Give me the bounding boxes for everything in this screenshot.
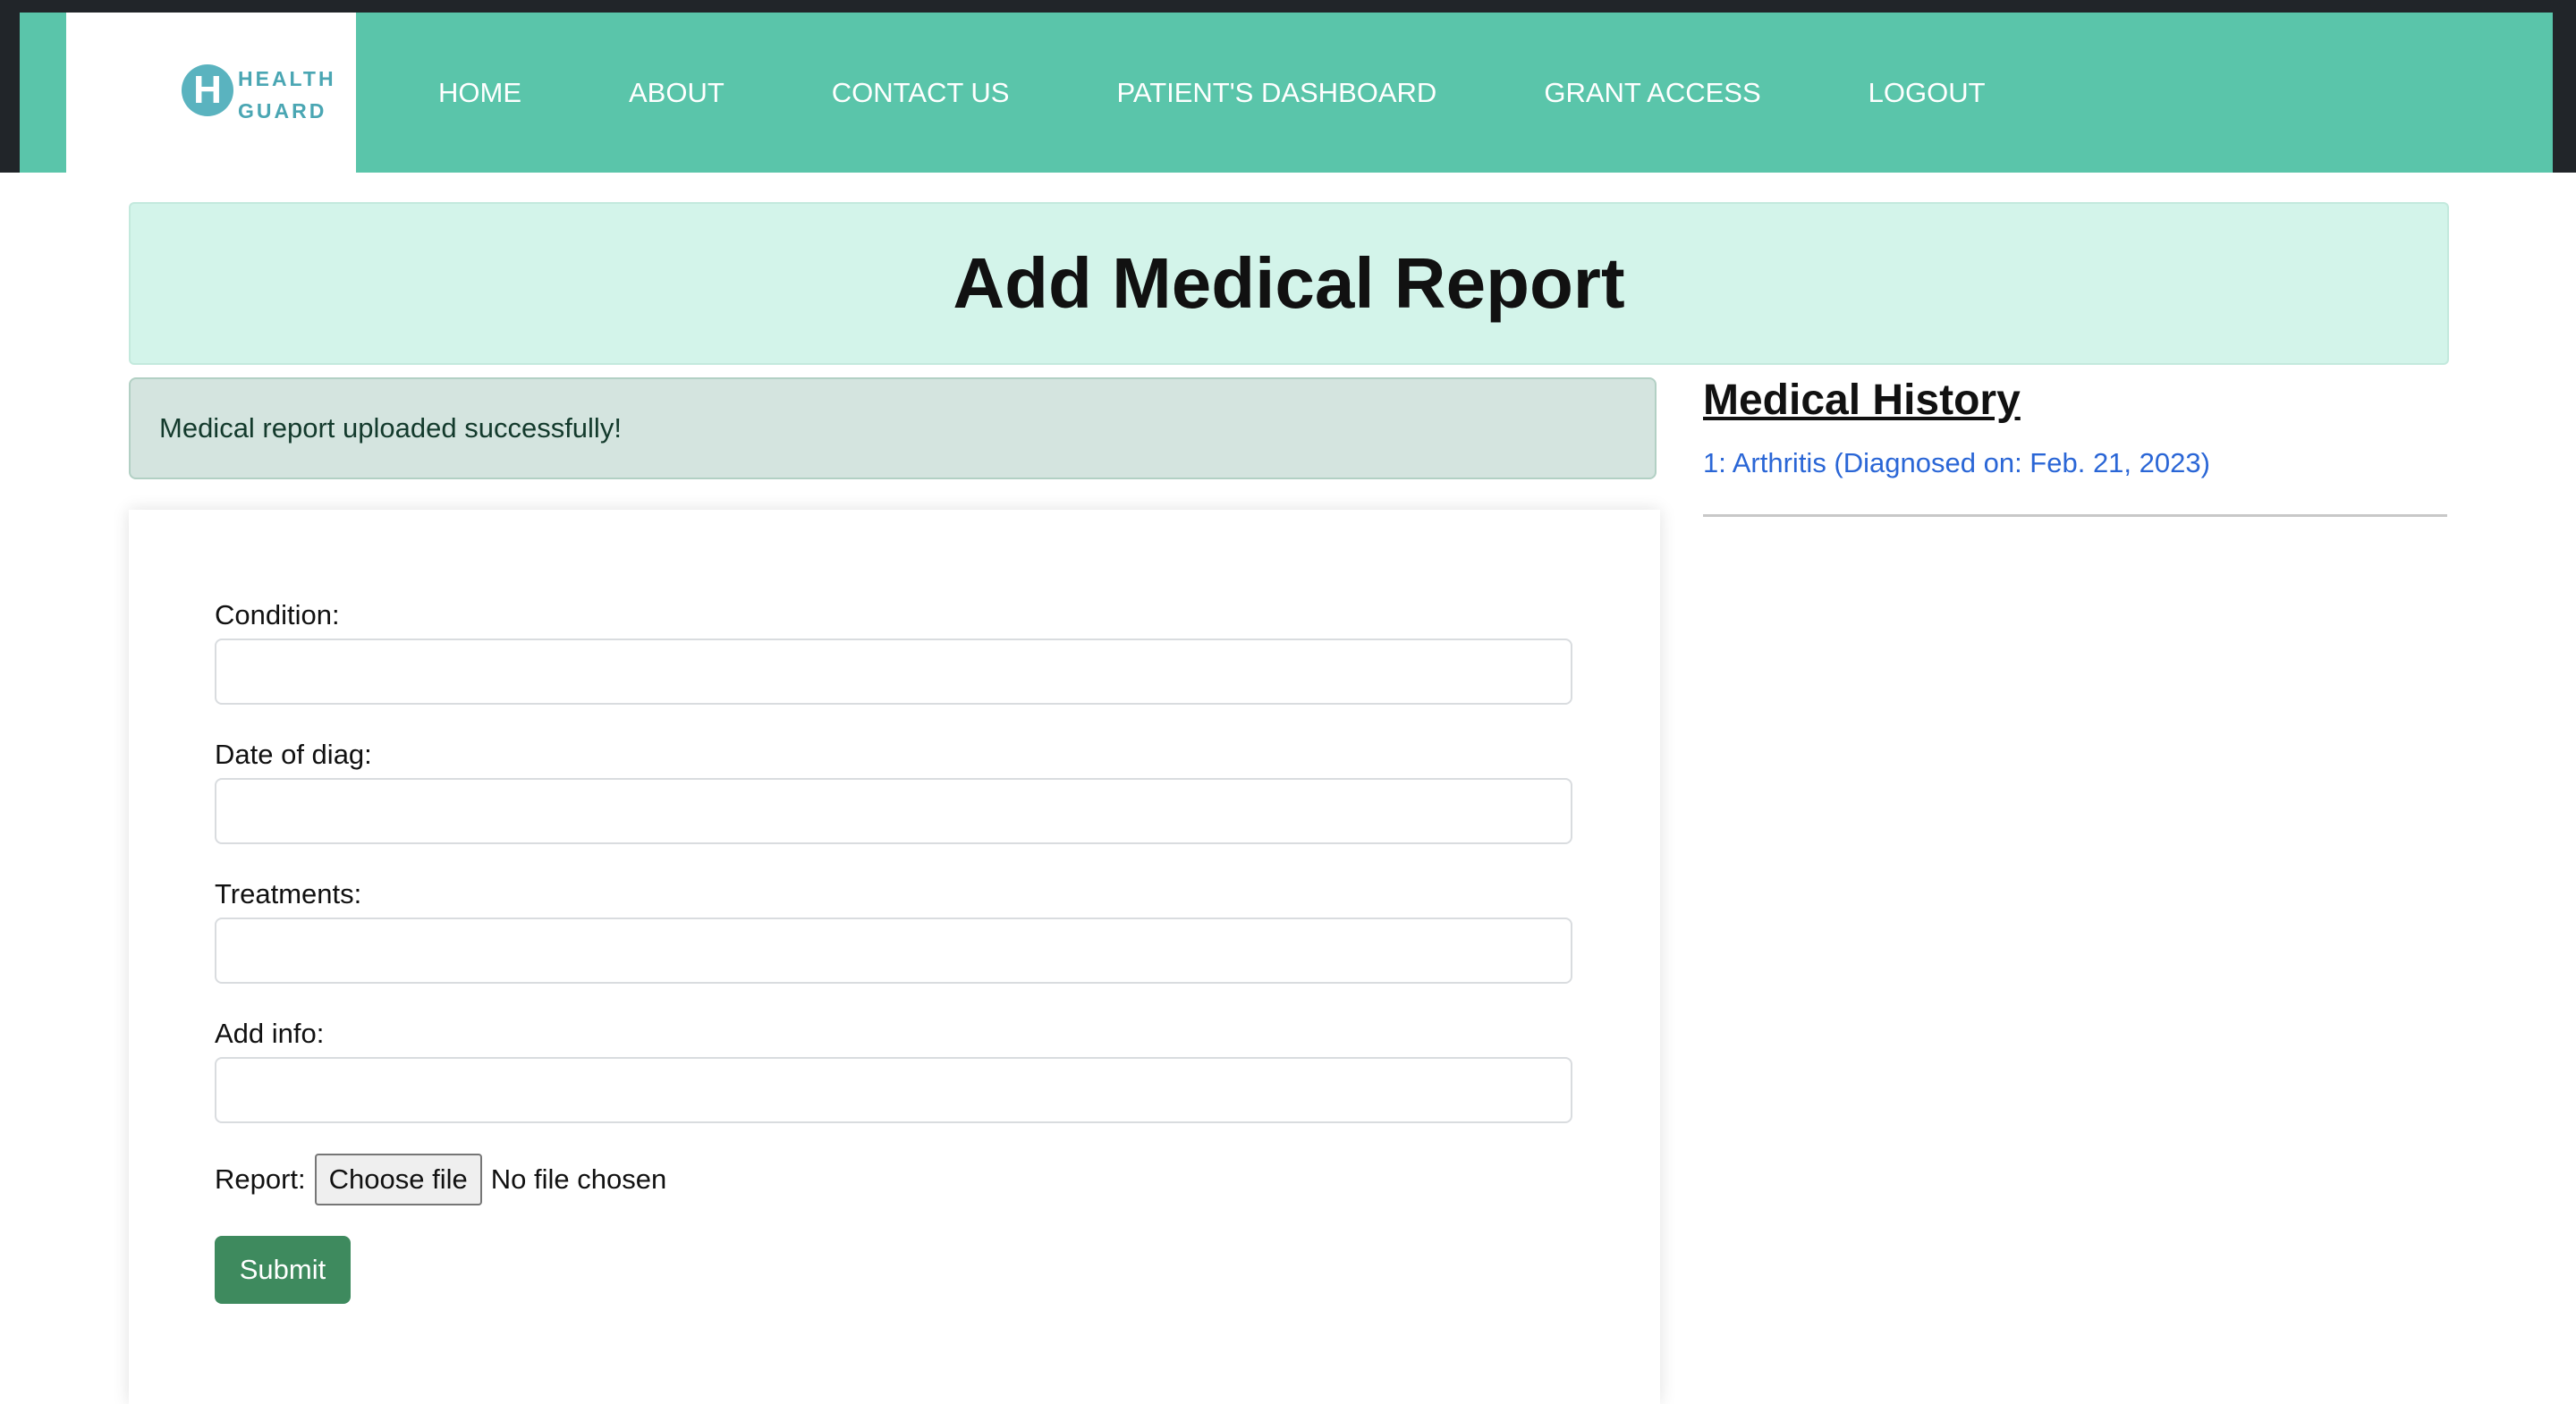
medical-history-title: Medical History bbox=[1703, 376, 2021, 424]
submit-button[interactable]: Submit bbox=[215, 1236, 351, 1304]
report-label: Report: bbox=[215, 1163, 306, 1195]
date-label: Date of diag: bbox=[215, 739, 372, 770]
alert-message: Medical report uploaded successfully! bbox=[159, 412, 622, 444]
medical-report-form: Condition: Date of diag: Treatments: Add… bbox=[129, 510, 1660, 1404]
page-header-panel: Add Medical Report bbox=[129, 202, 2449, 365]
condition-input[interactable] bbox=[215, 639, 1572, 705]
history-item-link[interactable]: 1: Arthritis (Diagnosed on: Feb. 21, 202… bbox=[1703, 447, 2210, 479]
brand-line-1: HEALTH bbox=[238, 67, 336, 90]
top-dark-strip bbox=[0, 0, 2576, 13]
logo-mark-icon: H bbox=[182, 64, 233, 116]
report-file-row: Report: Choose file No file chosen bbox=[215, 1154, 666, 1205]
nav-links: HOME ABOUT CONTACT US PATIENT'S DASHBOAR… bbox=[438, 13, 2093, 173]
nav-home[interactable]: HOME bbox=[438, 77, 521, 109]
brand-line-2: GUARD bbox=[238, 99, 327, 123]
nav-grant-access[interactable]: GRANT ACCESS bbox=[1544, 77, 1760, 109]
history-divider bbox=[1703, 514, 2447, 517]
nav-patients-dashboard[interactable]: PATIENT'S DASHBOARD bbox=[1116, 77, 1436, 109]
right-dark-edge bbox=[2553, 0, 2576, 173]
nav-logout[interactable]: LOGOUT bbox=[1868, 77, 1986, 109]
add-info-input[interactable] bbox=[215, 1057, 1572, 1123]
nav-about[interactable]: ABOUT bbox=[629, 77, 724, 109]
treatments-label: Treatments: bbox=[215, 878, 362, 909]
page-title: Add Medical Report bbox=[953, 243, 1625, 323]
add-info-label: Add info: bbox=[215, 1018, 325, 1049]
choose-file-button[interactable]: Choose file bbox=[314, 1154, 482, 1205]
condition-label: Condition: bbox=[215, 599, 340, 630]
file-status-text: No file chosen bbox=[490, 1163, 667, 1195]
nav-contact-us[interactable]: CONTACT US bbox=[832, 77, 1010, 109]
date-input[interactable] bbox=[215, 778, 1572, 844]
brand-logo[interactable]: H HEALTH GUARD bbox=[66, 13, 356, 173]
treatments-input[interactable] bbox=[215, 918, 1572, 984]
left-dark-edge bbox=[0, 0, 20, 173]
success-alert: Medical report uploaded successfully! bbox=[129, 377, 1657, 479]
navbar: H HEALTH GUARD HOME ABOUT CONTACT US PAT… bbox=[20, 13, 2553, 173]
brand-name: HEALTH GUARD bbox=[238, 63, 336, 127]
